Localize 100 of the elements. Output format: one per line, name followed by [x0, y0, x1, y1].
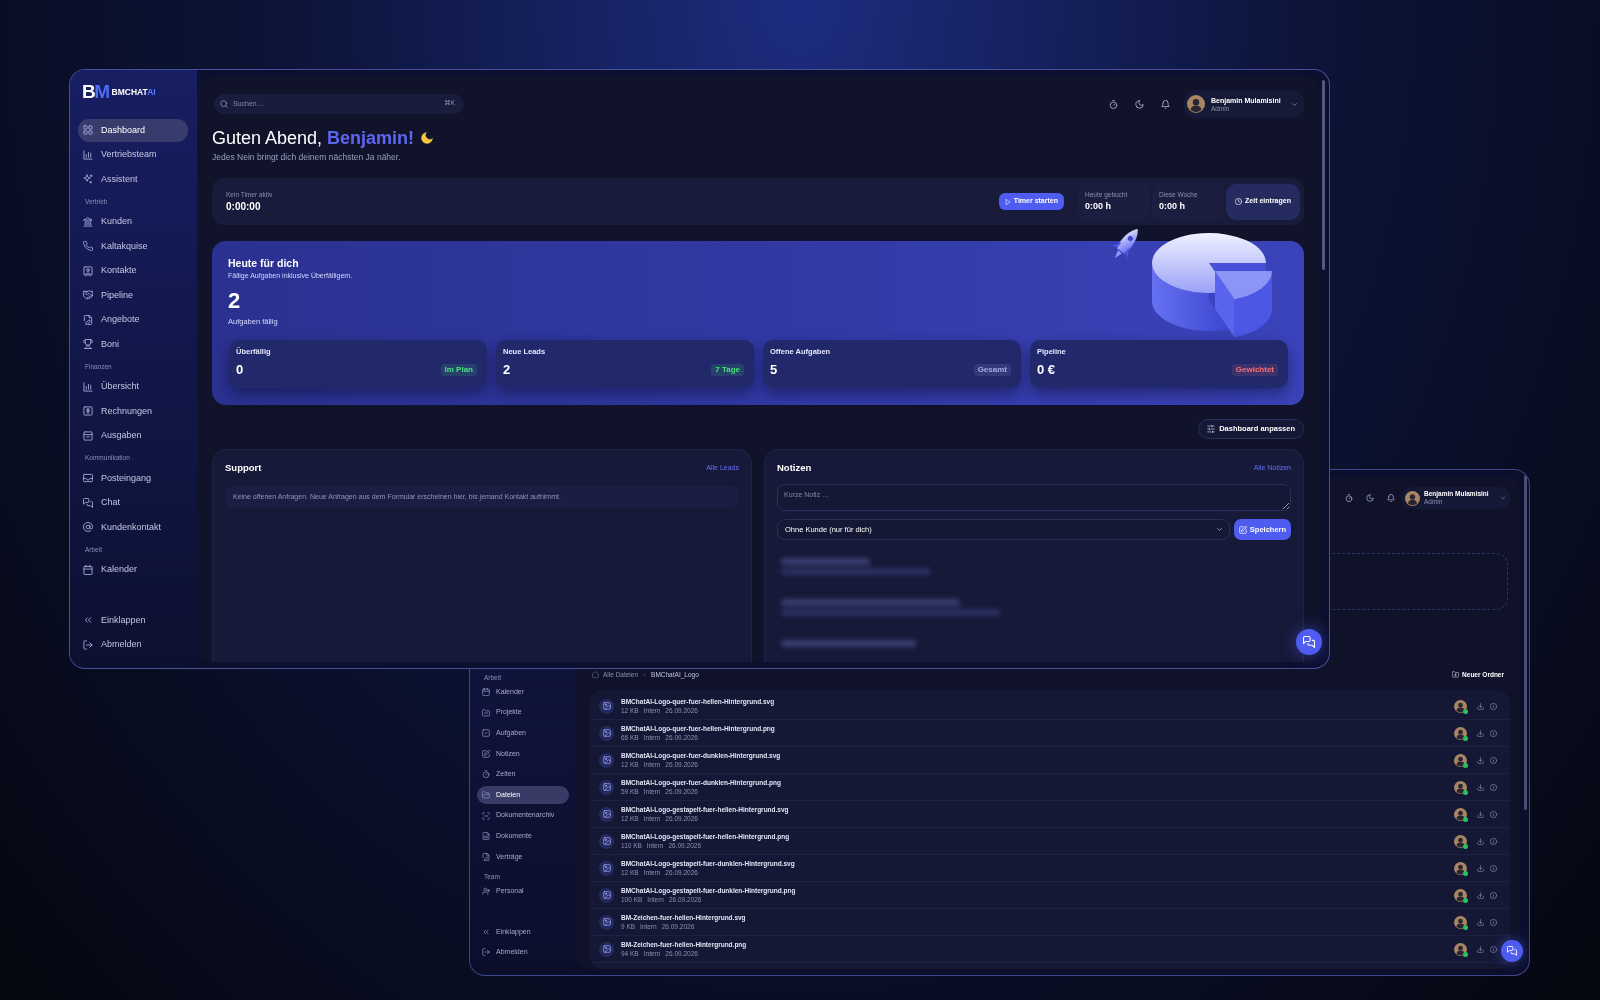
grid-icon	[83, 125, 93, 136]
calendar-icon	[482, 688, 490, 696]
handshake-icon	[83, 290, 93, 301]
info-icon[interactable]	[1490, 837, 1497, 845]
home-icon[interactable]	[592, 671, 599, 678]
scan-icon	[482, 811, 490, 820]
chevron-down-icon	[1291, 100, 1298, 108]
info-icon[interactable]	[1490, 783, 1497, 791]
bell-icon[interactable]	[1161, 99, 1170, 109]
sidebar-item[interactable]: Kaltakquise	[78, 235, 188, 258]
chat-icon	[1303, 636, 1315, 648]
download-icon[interactable]	[1477, 810, 1484, 818]
file-edit-icon	[83, 314, 93, 325]
sidebar-item[interactable]: Dashboard	[78, 119, 188, 142]
brand-name: BMCHATAI	[111, 85, 156, 99]
chat-icon	[83, 497, 93, 508]
image-file-icon	[599, 860, 614, 876]
avatar-icon	[1405, 490, 1420, 506]
logout-icon	[83, 639, 93, 650]
sidebar-item[interactable]: Chat	[78, 491, 188, 514]
sidebar-item[interactable]: Rechnungen	[78, 400, 188, 423]
document-icon	[482, 832, 490, 841]
image-file-icon	[599, 752, 614, 768]
download-icon[interactable]	[1477, 837, 1484, 845]
contact-card-icon	[83, 265, 93, 276]
moon-icon[interactable]	[1366, 494, 1374, 502]
sidebar-item[interactable]: Kalender	[78, 558, 188, 581]
stat-value: 0	[236, 362, 244, 378]
chat-icon	[1507, 946, 1517, 956]
sidebar-item[interactable]: Posteingang	[78, 467, 188, 490]
avatar-icon	[1454, 699, 1467, 713]
chevrons-left-icon	[83, 615, 93, 626]
scrollbar-thumb[interactable]	[1524, 475, 1527, 810]
download-icon[interactable]	[1477, 918, 1484, 926]
download-icon[interactable]	[1477, 702, 1484, 710]
time-total-value: 0:00 h	[1085, 201, 1112, 212]
image-file-icon	[599, 833, 614, 849]
info-icon[interactable]	[1490, 810, 1497, 818]
file-edit-icon	[482, 852, 490, 861]
logo-mark: BM	[82, 84, 109, 100]
image-file-icon	[599, 779, 614, 795]
greeting-subtitle: Jedes Nein bringt dich deinem nächsten Ja näher.	[212, 151, 402, 163]
sidebar-item[interactable]: Assistent	[78, 168, 188, 191]
download-icon[interactable]	[1477, 783, 1484, 791]
chevron-right-icon	[642, 672, 648, 677]
chat-button[interactable]	[1501, 940, 1523, 962]
clock-icon	[1235, 198, 1243, 205]
scrollbar-thumb[interactable]	[1322, 80, 1325, 270]
image-file-icon	[599, 941, 614, 957]
download-icon[interactable]	[1477, 945, 1484, 953]
avatar-icon	[1454, 780, 1467, 794]
info-icon[interactable]	[1490, 756, 1497, 764]
calendar-icon	[83, 564, 93, 575]
collapse-button[interactable]: Einklappen	[78, 609, 188, 632]
sparkles-icon	[83, 174, 93, 185]
checkbox-icon	[482, 729, 490, 738]
timer-value: 0:00:00	[226, 200, 262, 213]
info-icon[interactable]	[1490, 891, 1497, 899]
image-file-icon	[599, 887, 614, 903]
moon-icon[interactable]	[1135, 99, 1144, 109]
sidebar-item[interactable]: Boni	[78, 333, 188, 356]
avatar-icon	[1454, 888, 1467, 902]
avatar-icon	[1187, 95, 1205, 113]
logout-button[interactable]: Abmelden	[78, 633, 188, 656]
bar-chart-icon	[83, 149, 93, 160]
chevron-down-icon	[1500, 495, 1506, 501]
sidebar-item[interactable]: Kunden	[78, 210, 188, 233]
sidebar-item[interactable]: Pipeline	[78, 284, 188, 307]
card-title: Support	[225, 462, 262, 474]
avatar-icon	[1454, 807, 1467, 821]
search-icon	[220, 100, 228, 108]
info-icon[interactable]	[1490, 918, 1497, 926]
download-icon[interactable]	[1477, 756, 1484, 764]
sidebar-item[interactable]: Vertriebsteam	[78, 143, 188, 166]
image-file-icon	[599, 914, 614, 930]
download-icon[interactable]	[1477, 729, 1484, 737]
bell-icon[interactable]	[1387, 494, 1395, 502]
sidebar-item[interactable]: Kontakte	[78, 259, 188, 282]
stopwatch-icon[interactable]	[1109, 99, 1118, 109]
time-total-value: 0:00 h	[1159, 201, 1186, 212]
bar-chart-icon	[83, 381, 93, 392]
folder-open-icon	[482, 790, 490, 799]
stopwatch-icon[interactable]	[1345, 494, 1353, 502]
sidebar-item[interactable]: Angebote	[78, 308, 188, 331]
sidebar-item[interactable]: Kundenkontakt	[78, 516, 188, 539]
sidebar-item[interactable]: Ausgaben	[78, 424, 188, 447]
download-icon[interactable]	[1477, 891, 1484, 899]
folder-icon	[482, 708, 490, 717]
folder-plus-icon	[1452, 671, 1460, 678]
sidebar-item[interactable]: Übersicht	[78, 375, 188, 398]
trophy-icon	[83, 339, 93, 350]
info-icon[interactable]	[1490, 864, 1497, 872]
stopwatch-icon	[482, 770, 490, 779]
info-icon[interactable]	[1490, 945, 1497, 953]
chevron-down-icon	[1216, 526, 1223, 533]
info-icon[interactable]	[1490, 729, 1497, 737]
stat-value: 5	[770, 362, 778, 378]
info-icon[interactable]	[1490, 702, 1497, 710]
download-icon[interactable]	[1477, 864, 1484, 872]
image-file-icon	[599, 725, 614, 741]
